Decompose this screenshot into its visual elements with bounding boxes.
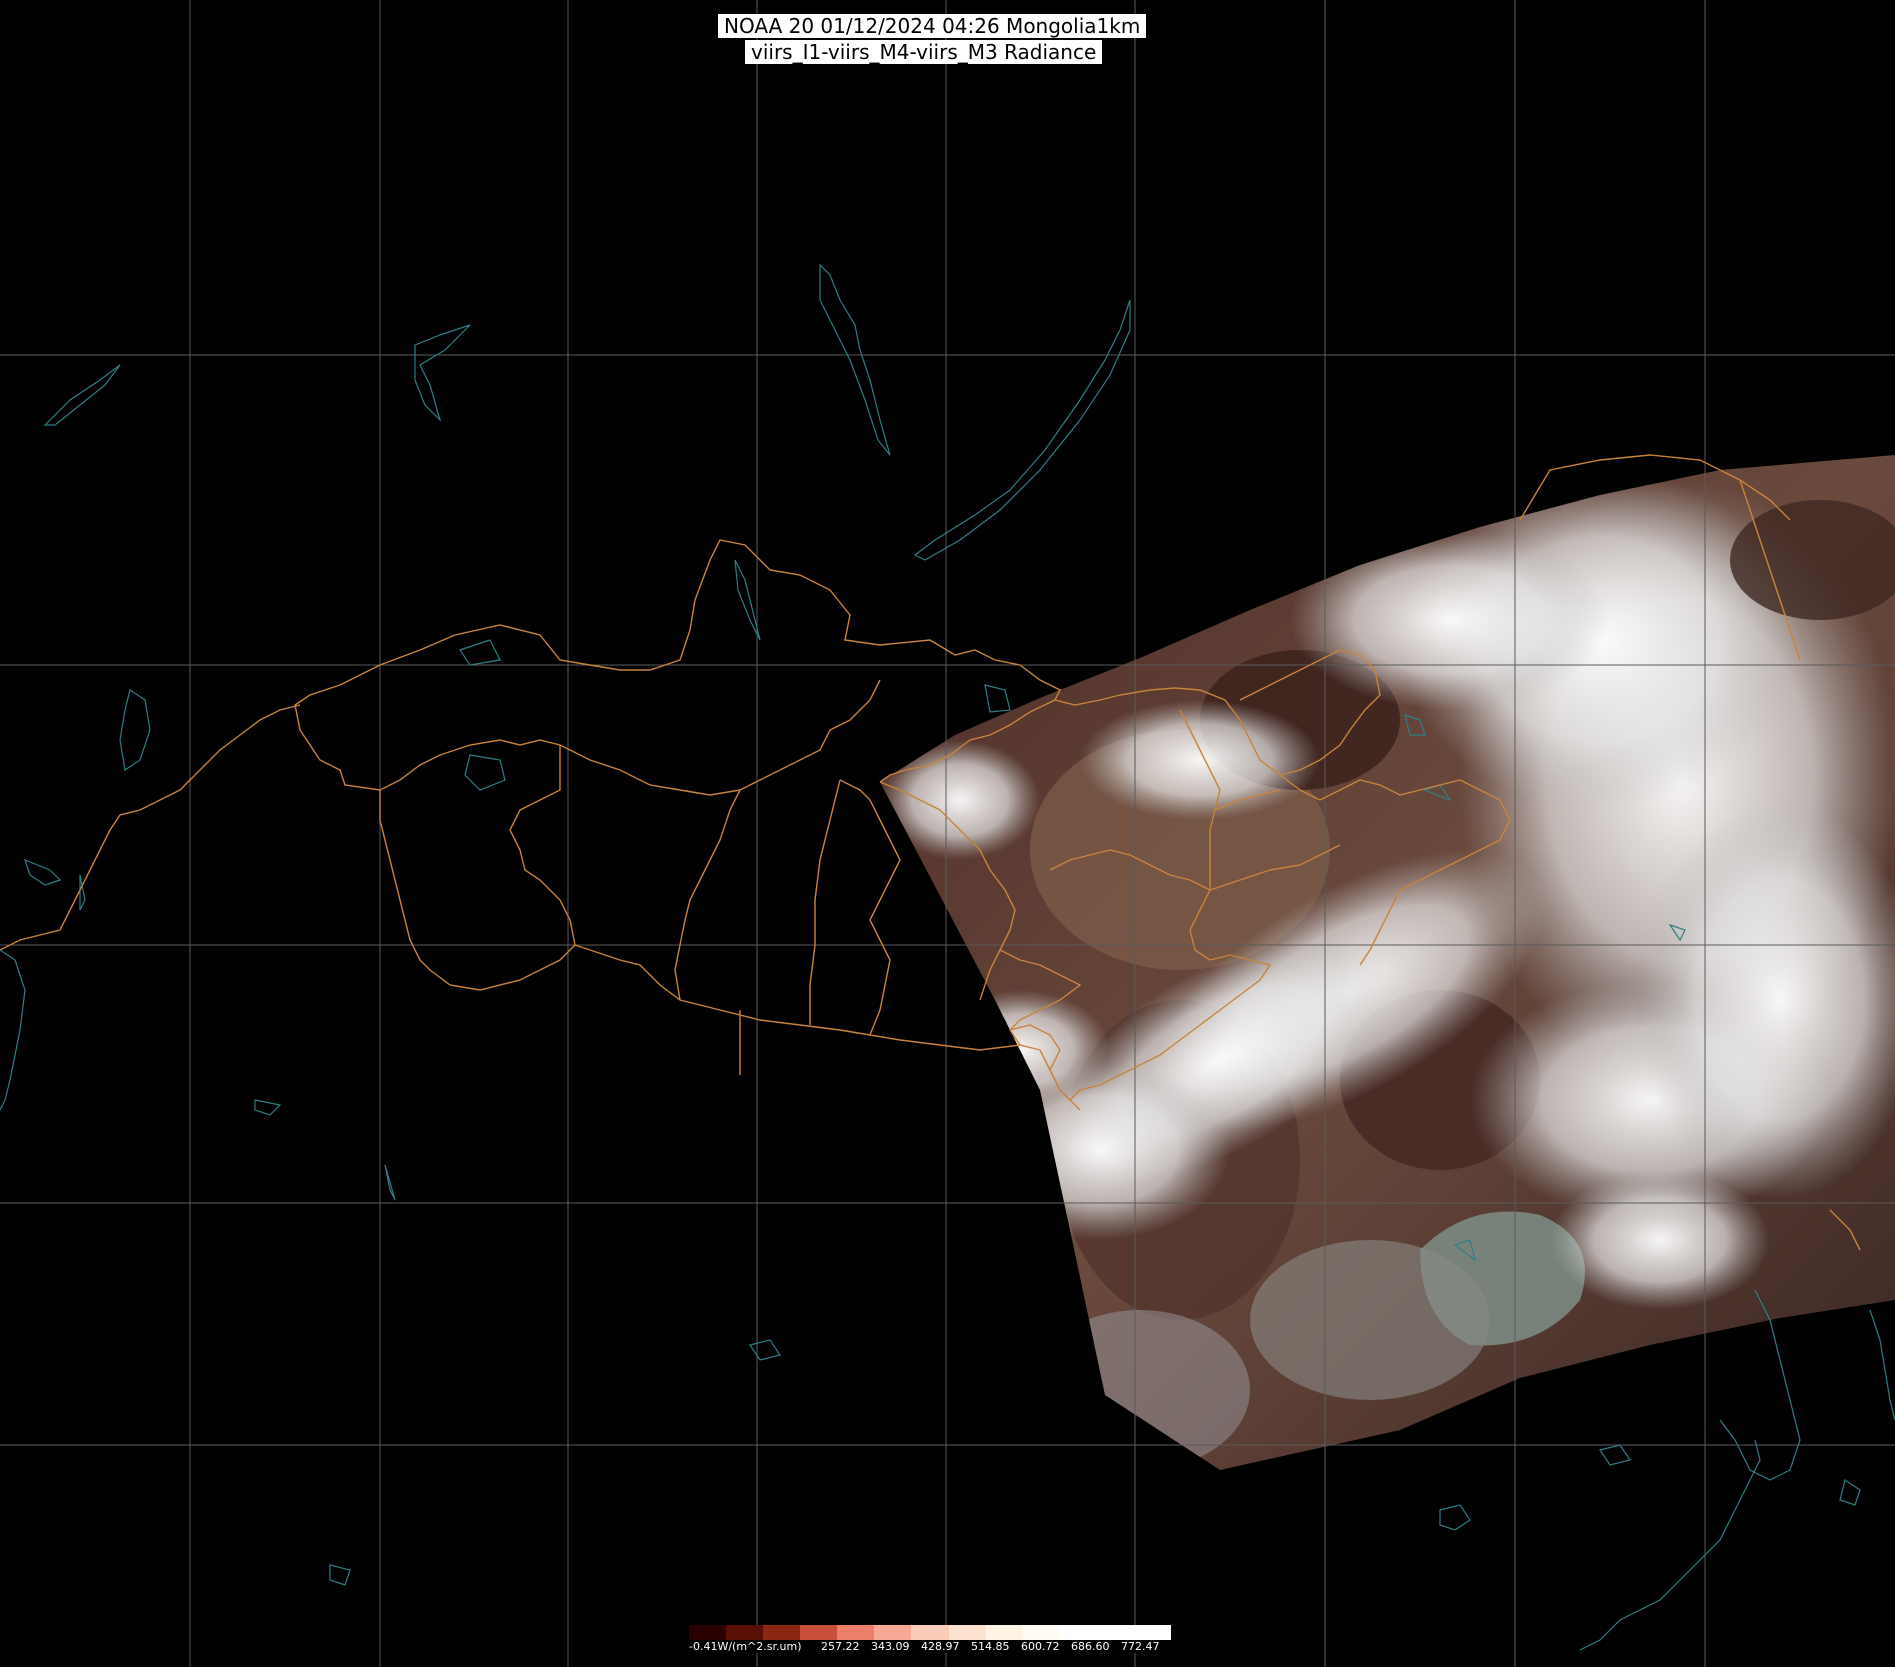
colorbar-swatch [726,1625,764,1640]
colorbar-swatch [1096,1625,1134,1640]
colorbar-swatch [689,1625,727,1640]
colorbar-label: 428.97 [921,1640,960,1653]
colorbar-label: -0.41W/(m^2.sr.um) [689,1640,802,1653]
colorbar-swatch [948,1625,986,1640]
colorbar-label: 600.72 [1021,1640,1060,1653]
colorbar-swatch [1133,1625,1172,1640]
colorbar-label: 514.85 [971,1640,1010,1653]
colorbar-label: 686.60 [1071,1640,1110,1653]
satellite-swath [880,455,1895,1470]
colorbar-label: 772.47 [1121,1640,1160,1653]
colorbar-swatch [985,1625,1023,1640]
colorbar-swatch [1059,1625,1097,1640]
colorbar-swatch [911,1625,949,1640]
map-subtitle: viirs_I1-viirs_M4-viirs_M3 Radiance [745,40,1103,64]
map-title: NOAA 20 01/12/2024 04:26 Mongolia1km [718,14,1147,38]
colorbar-swatch [874,1625,912,1640]
colorbar-swatch [1022,1625,1060,1640]
colorbar-swatch [800,1625,838,1640]
colorbar-label: 257.22 [821,1640,860,1653]
colorbar-swatches [689,1625,1172,1640]
colorbar-label: 343.09 [871,1640,910,1653]
colorbar-labels: -0.41W/(m^2.sr.um) 257.22 343.09 428.97 … [689,1640,1171,1653]
satellite-map [0,0,1895,1667]
colorbar-swatch [837,1625,875,1640]
colorbar-legend: -0.41W/(m^2.sr.um) 257.22 343.09 428.97 … [689,1625,1172,1653]
colorbar-swatch [763,1625,801,1640]
